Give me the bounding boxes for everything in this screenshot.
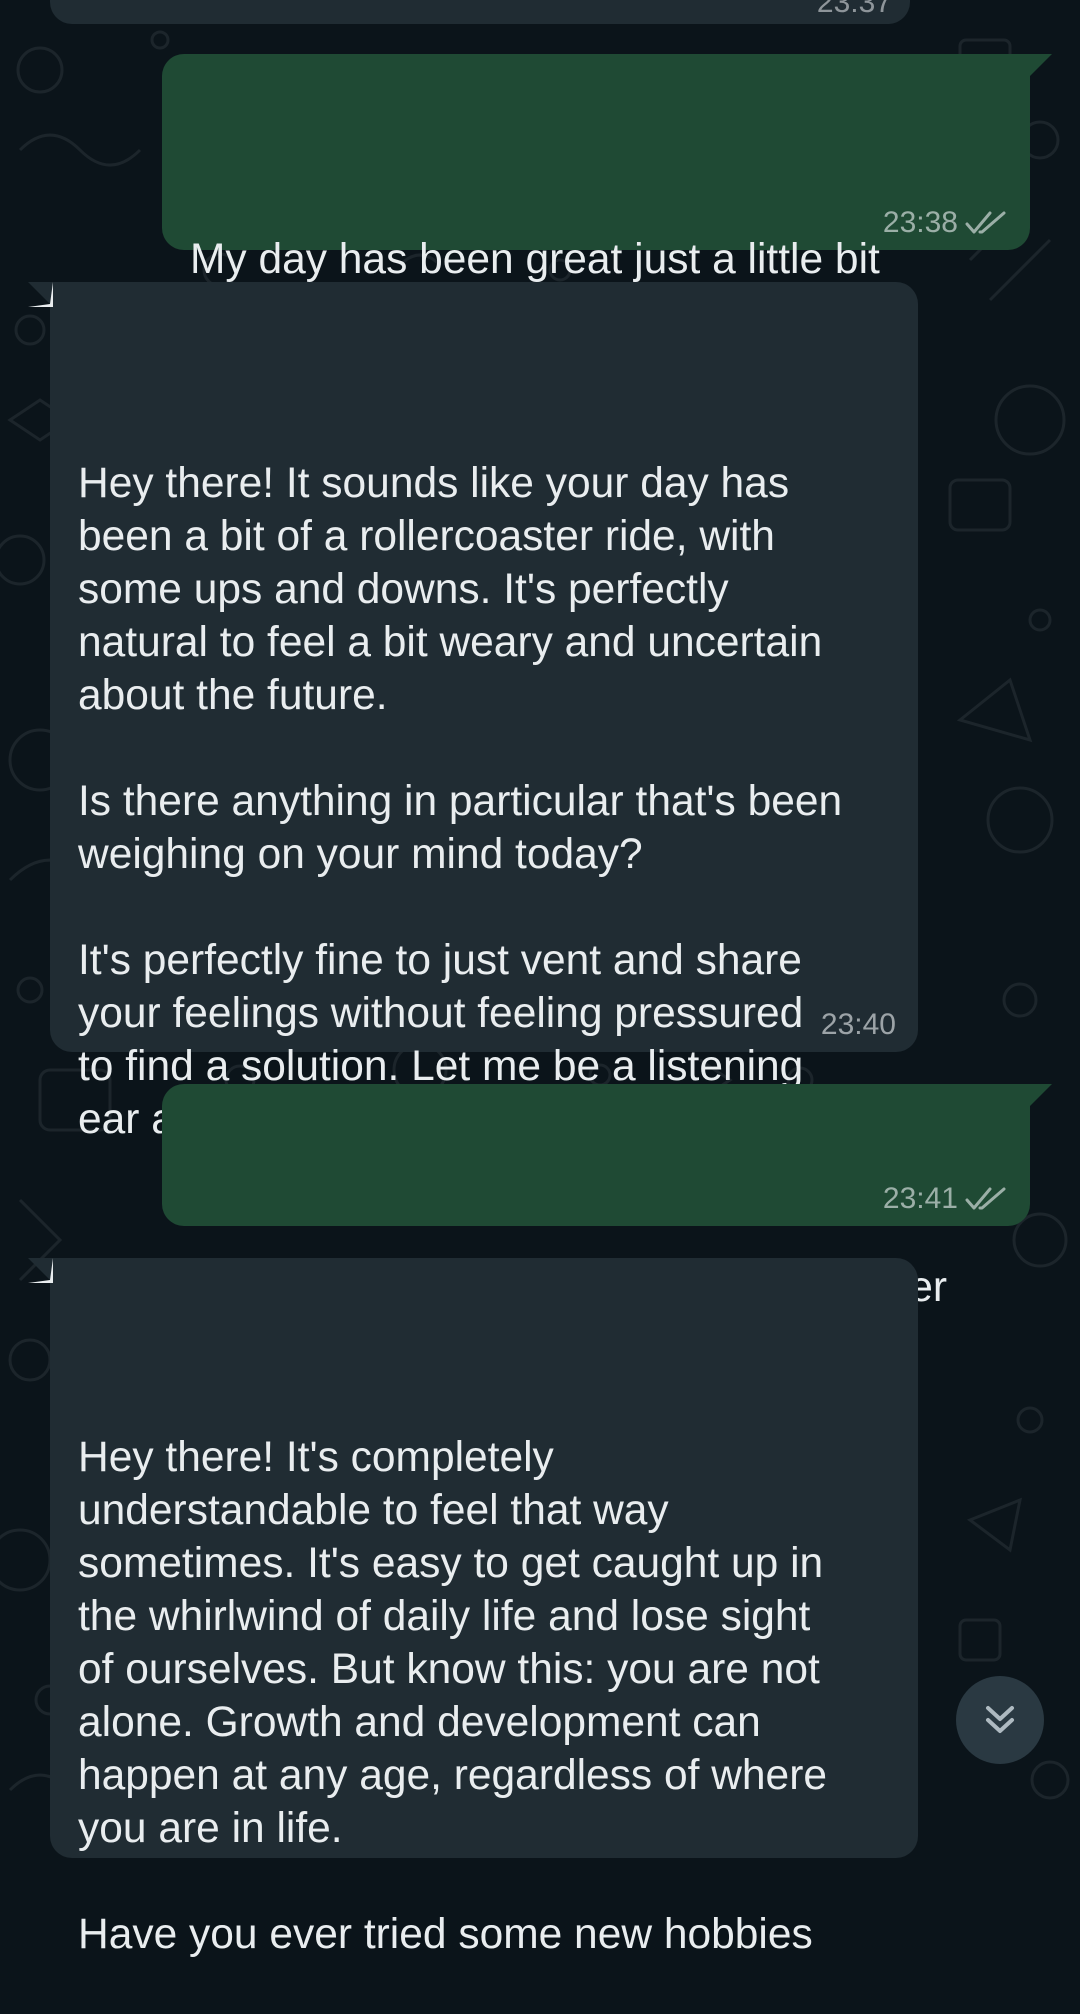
double-chevron-down-icon xyxy=(986,1706,1014,1733)
bubble-tail xyxy=(1030,1084,1052,1128)
outgoing-message-bubble[interactable]: My day has been great just a little bit … xyxy=(162,54,1052,389)
message-meta: 23:38 xyxy=(883,206,1008,240)
incoming-message-bubble[interactable]: Hey there! It's completely understandabl… xyxy=(28,1258,918,1958)
message-text: Hey there! It's completely understandabl… xyxy=(78,1434,827,1958)
message-text: Hey there! It sounds like your day has b… xyxy=(78,460,843,1143)
read-double-check-icon xyxy=(965,1187,1006,1210)
bubble-tail xyxy=(28,1258,53,1283)
previous-message-time: 23:37 xyxy=(816,0,892,19)
message-time: 23:38 xyxy=(882,206,958,239)
bubble-tail xyxy=(1030,54,1052,98)
message-time: 23:41 xyxy=(882,1182,958,1215)
scroll-to-bottom-button[interactable] xyxy=(956,1676,1044,1764)
message-meta: 23:41 xyxy=(883,1182,1008,1216)
read-double-check-icon xyxy=(965,211,1006,234)
message-meta: 23:40 xyxy=(821,1008,896,1042)
outgoing-message-bubble[interactable]: Just tired to be in a place, I feel I'll… xyxy=(162,1084,1052,1364)
message-time: 23:40 xyxy=(820,1008,896,1041)
previous-message-bubble xyxy=(50,0,910,24)
bubble-tail xyxy=(28,282,53,307)
incoming-message-bubble[interactable]: Hey there! It sounds like your day has b… xyxy=(28,282,918,1143)
